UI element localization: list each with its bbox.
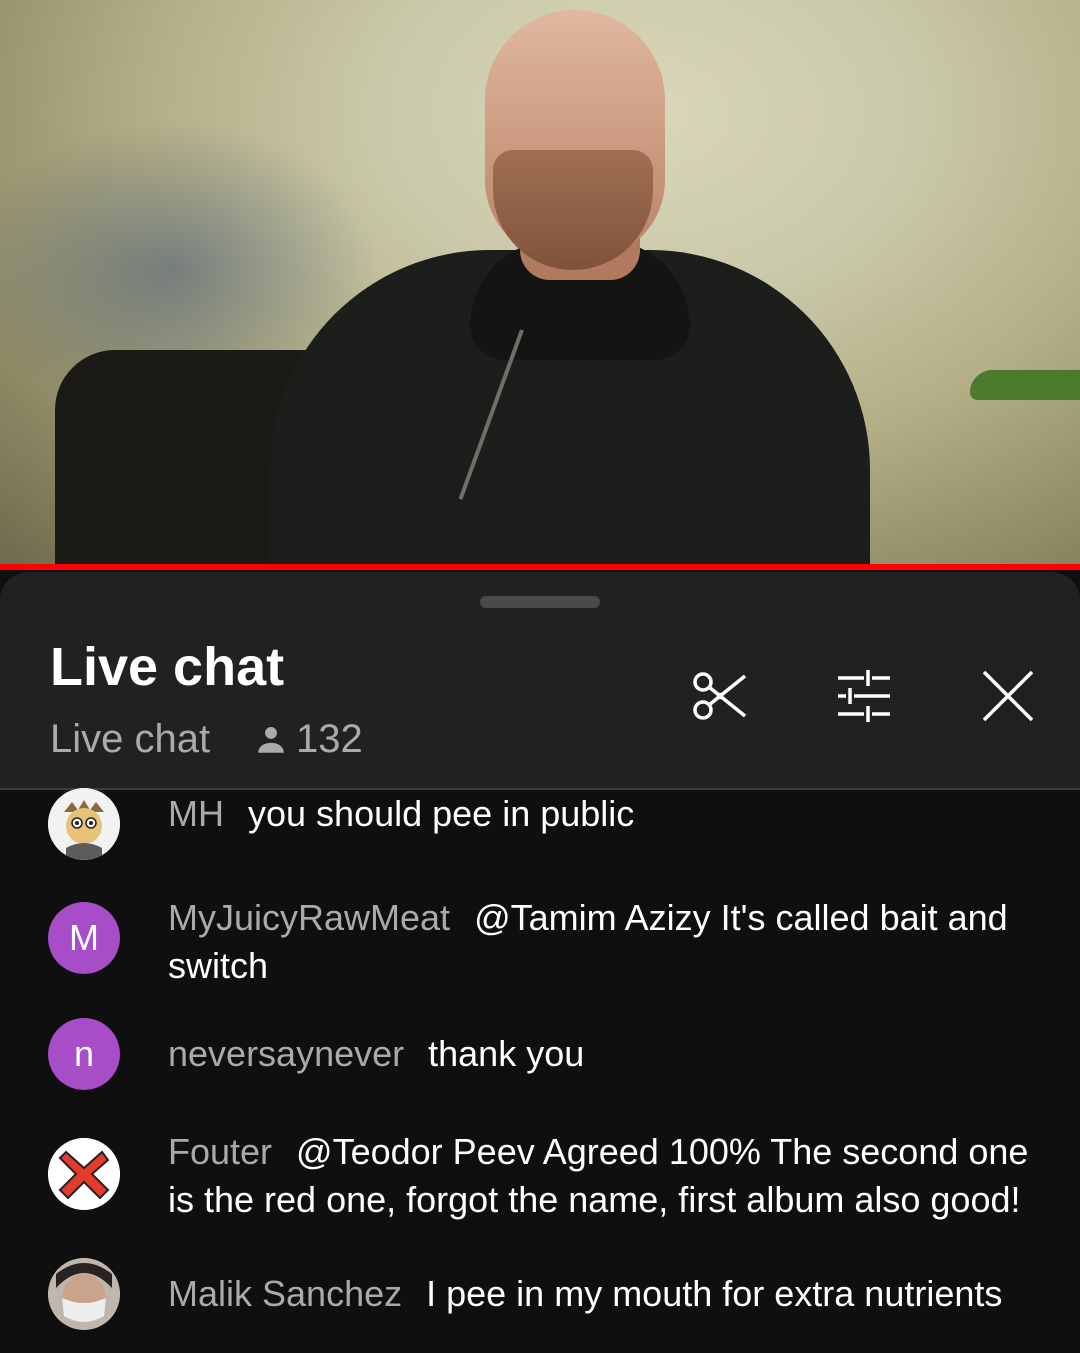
letter-avatar[interactable]: n xyxy=(48,1018,120,1090)
red-x-avatar[interactable] xyxy=(48,1138,120,1210)
message-body: MH you should pee in public xyxy=(168,790,1048,838)
close-chat-button[interactable] xyxy=(976,664,1040,728)
message-text: I pee in my mouth for extra nutrients xyxy=(426,1273,1003,1314)
drag-handle[interactable] xyxy=(480,596,600,608)
message-body: Fouter @Teodor Peev Agreed 100% The secon… xyxy=(168,1128,1048,1224)
message-text: thank you xyxy=(428,1033,585,1074)
message-author[interactable]: Fouter xyxy=(168,1131,272,1172)
message-body: Malik Sanchez I pee in my mouth for extra… xyxy=(168,1270,1048,1318)
chat-mode-selector[interactable]: Live chat xyxy=(50,717,210,762)
message-author[interactable]: neversaynever xyxy=(168,1033,404,1074)
chat-settings-button[interactable] xyxy=(832,664,896,728)
message-body: MyJuicyRawMeat @Tamim Azizy It's called b… xyxy=(168,894,1048,990)
live-chat-panel: Live chat Live chat 132 MH you should pe… xyxy=(0,572,1080,1353)
chat-header: Live chat Live chat 132 xyxy=(0,572,1080,790)
person-icon xyxy=(258,726,284,753)
viewer-count: 132 xyxy=(254,717,363,762)
clip-button[interactable] xyxy=(688,664,752,728)
close-icon xyxy=(982,670,1034,722)
chat-message-list[interactable]: MH you should pee in public M MyJuicyRawM… xyxy=(0,788,1080,1353)
message-body: neversaynever thank you xyxy=(168,1030,1048,1078)
cartoon-avatar[interactable] xyxy=(48,788,120,860)
plant-leaf xyxy=(970,370,1080,400)
viewer-count-value: 132 xyxy=(296,717,363,761)
message-text: @Teodor Peev Agreed 100% The second one … xyxy=(168,1131,1029,1220)
sliders-icon xyxy=(838,670,890,722)
live-progress-bar xyxy=(0,564,1080,570)
video-player[interactable] xyxy=(0,0,1080,566)
scissors-icon xyxy=(693,672,747,720)
letter-avatar[interactable]: M xyxy=(48,902,120,974)
chat-title: Live chat xyxy=(50,637,285,697)
message-author[interactable]: MyJuicyRawMeat xyxy=(168,897,450,938)
photo-avatar[interactable] xyxy=(48,1258,120,1330)
message-text: you should pee in public xyxy=(248,793,635,834)
message-author[interactable]: Malik Sanchez xyxy=(168,1273,402,1314)
message-author[interactable]: MH xyxy=(168,793,224,834)
